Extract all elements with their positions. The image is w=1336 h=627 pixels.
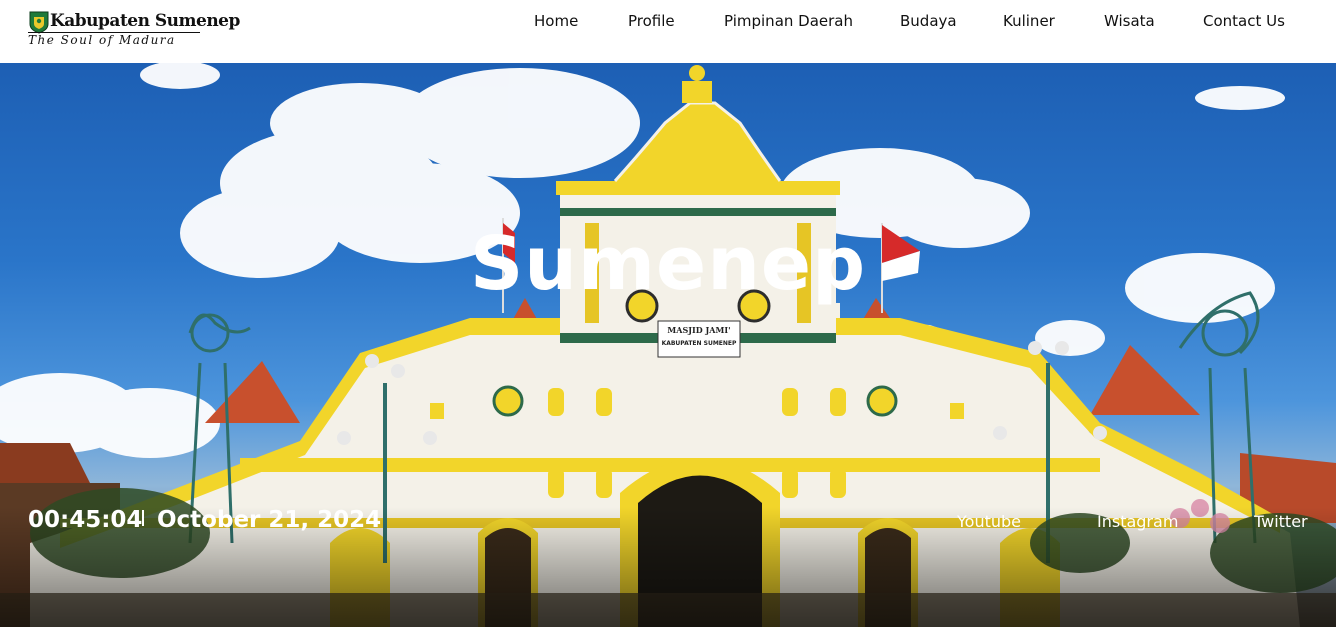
clock-date-separator bbox=[142, 510, 144, 526]
nav-wisata[interactable]: Wisata bbox=[1104, 12, 1155, 30]
mosque-sign-subtext: KABUPATEN SUMENEP bbox=[662, 340, 737, 347]
nav-pimpinan-daerah[interactable]: Pimpinan Daerah bbox=[724, 12, 853, 30]
logo-title: Kabupaten Sumenep bbox=[50, 11, 240, 31]
nav-kuliner[interactable]: Kuliner bbox=[1003, 12, 1055, 30]
logo-subtitle: The Soul of Madura bbox=[28, 33, 176, 47]
youtube-link[interactable]: Youtube bbox=[957, 512, 1021, 531]
regency-emblem-icon bbox=[29, 11, 49, 34]
nav-profile[interactable]: Profile bbox=[628, 12, 675, 30]
instagram-link[interactable]: Instagram bbox=[1097, 512, 1178, 531]
site-logo[interactable]: Kabupaten Sumenep The Soul of Madura bbox=[28, 8, 240, 50]
mosque-sign-text: MASJID JAMI' bbox=[667, 325, 730, 335]
hero-banner: MASJID JAMI' KABUPATEN SUMENEP Sumenep bbox=[0, 63, 1336, 627]
site-header: Kabupaten Sumenep The Soul of Madura Hom… bbox=[0, 0, 1336, 63]
nav-budaya[interactable]: Budaya bbox=[900, 12, 957, 30]
nav-contact-us[interactable]: Contact Us bbox=[1203, 12, 1285, 30]
hero-title: Sumenep bbox=[469, 221, 867, 307]
twitter-link[interactable]: Twitter bbox=[1254, 512, 1308, 531]
current-date: October 21, 2024 bbox=[157, 507, 382, 533]
live-clock: 00:45:04 bbox=[28, 507, 143, 533]
nav-home[interactable]: Home bbox=[534, 12, 578, 30]
